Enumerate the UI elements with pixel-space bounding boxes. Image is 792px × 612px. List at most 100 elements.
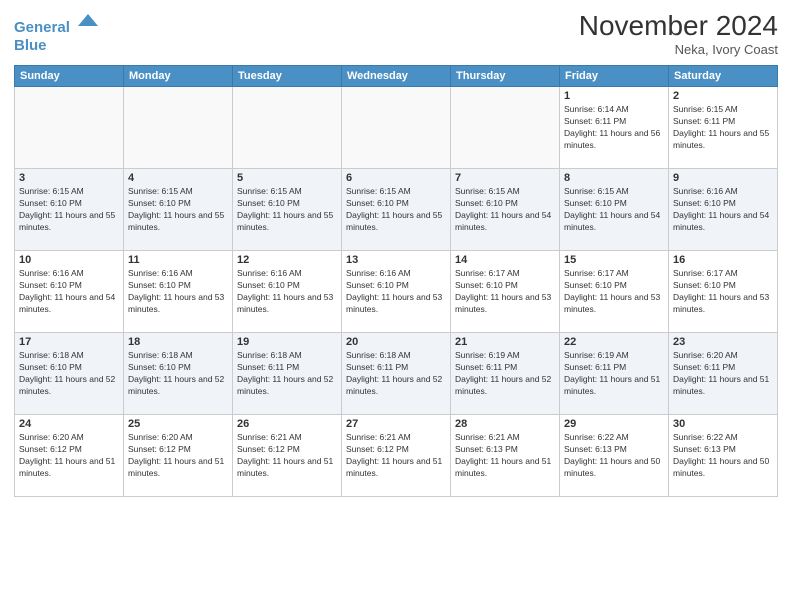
- logo-blue: Blue: [14, 37, 100, 55]
- day-cell: 28Sunrise: 6:21 AMSunset: 6:13 PMDayligh…: [451, 415, 560, 497]
- day-number: 24: [19, 418, 119, 430]
- day-number: 30: [673, 418, 773, 430]
- day-info: Sunrise: 6:16 AMSunset: 6:10 PMDaylight:…: [19, 268, 119, 316]
- day-cell: 5 Sunrise: 6:15 AMSunset: 6:10 PMDaylight…: [233, 169, 342, 251]
- day-cell: 16 Sunrise: 6:17 AMSunset: 6:10 PMDayligh…: [669, 251, 778, 333]
- page: General Blue November 2024 Neka, Ivory C…: [0, 0, 792, 612]
- day-info: Sunrise: 6:15 AMSunset: 6:10 PMDaylight:…: [19, 186, 119, 234]
- day-cell: 27Sunrise: 6:21 AMSunset: 6:12 PMDayligh…: [342, 415, 451, 497]
- day-cell: 17Sunrise: 6:18 AMSunset: 6:10 PMDayligh…: [15, 333, 124, 415]
- day-number: 14: [455, 254, 555, 266]
- header-saturday: Saturday: [669, 66, 778, 87]
- day-cell: 14 Sunrise: 6:17 AMSunset: 6:10 PMDayligh…: [451, 251, 560, 333]
- day-number: 11: [128, 254, 228, 266]
- header-thursday: Thursday: [451, 66, 560, 87]
- day-info: Sunrise: 6:14 AMSunset: 6:11 PMDaylight:…: [564, 104, 664, 152]
- day-cell: [451, 87, 560, 169]
- day-info: Sunrise: 6:17 AMSunset: 6:10 PMDaylight:…: [455, 268, 555, 316]
- day-cell: 30 Sunrise: 6:22 AMSunset: 6:13 PMDayligh…: [669, 415, 778, 497]
- day-number: 27: [346, 418, 446, 430]
- day-cell: 4Sunrise: 6:15 AMSunset: 6:10 PMDaylight…: [124, 169, 233, 251]
- logo: General Blue: [14, 10, 100, 55]
- day-cell: 11 Sunrise: 6:16 AMSunset: 6:10 PMDayligh…: [124, 251, 233, 333]
- day-cell: 9Sunrise: 6:16 AMSunset: 6:10 PMDaylight…: [669, 169, 778, 251]
- week-row-0: 1Sunrise: 6:14 AMSunset: 6:11 PMDaylight…: [15, 87, 778, 169]
- day-number: 26: [237, 418, 337, 430]
- day-info: Sunrise: 6:22 AMSunset: 6:13 PMDaylight:…: [564, 432, 664, 480]
- day-number: 20: [346, 336, 446, 348]
- day-number: 28: [455, 418, 555, 430]
- day-cell: 6 Sunrise: 6:15 AMSunset: 6:10 PMDaylight…: [342, 169, 451, 251]
- week-row-2: 10 Sunrise: 6:16 AMSunset: 6:10 PMDayligh…: [15, 251, 778, 333]
- header-friday: Friday: [560, 66, 669, 87]
- day-info: Sunrise: 6:15 AMSunset: 6:10 PMDaylight:…: [237, 186, 337, 234]
- day-number: 6: [346, 172, 446, 184]
- day-number: 21: [455, 336, 555, 348]
- header: General Blue November 2024 Neka, Ivory C…: [14, 10, 778, 57]
- day-cell: [233, 87, 342, 169]
- day-info: Sunrise: 6:21 AMSunset: 6:12 PMDaylight:…: [237, 432, 337, 480]
- day-number: 9: [673, 172, 773, 184]
- day-info: Sunrise: 6:17 AMSunset: 6:10 PMDaylight:…: [673, 268, 773, 316]
- day-cell: 20 Sunrise: 6:18 AMSunset: 6:11 PMDayligh…: [342, 333, 451, 415]
- day-info: Sunrise: 6:18 AMSunset: 6:11 PMDaylight:…: [346, 350, 446, 398]
- day-info: Sunrise: 6:20 AMSunset: 6:11 PMDaylight:…: [673, 350, 773, 398]
- day-info: Sunrise: 6:19 AMSunset: 6:11 PMDaylight:…: [455, 350, 555, 398]
- day-info: Sunrise: 6:18 AMSunset: 6:11 PMDaylight:…: [237, 350, 337, 398]
- day-info: Sunrise: 6:18 AMSunset: 6:10 PMDaylight:…: [19, 350, 119, 398]
- week-row-3: 17Sunrise: 6:18 AMSunset: 6:10 PMDayligh…: [15, 333, 778, 415]
- day-cell: 24 Sunrise: 6:20 AMSunset: 6:12 PMDayligh…: [15, 415, 124, 497]
- day-info: Sunrise: 6:20 AMSunset: 6:12 PMDaylight:…: [19, 432, 119, 480]
- day-number: 15: [564, 254, 664, 266]
- day-cell: 2 Sunrise: 6:15 AMSunset: 6:11 PMDaylight…: [669, 87, 778, 169]
- day-number: 22: [564, 336, 664, 348]
- day-number: 25: [128, 418, 228, 430]
- day-number: 16: [673, 254, 773, 266]
- day-number: 8: [564, 172, 664, 184]
- location: Neka, Ivory Coast: [579, 42, 778, 57]
- day-cell: 13Sunrise: 6:16 AMSunset: 6:10 PMDayligh…: [342, 251, 451, 333]
- day-info: Sunrise: 6:20 AMSunset: 6:12 PMDaylight:…: [128, 432, 228, 480]
- day-cell: 10 Sunrise: 6:16 AMSunset: 6:10 PMDayligh…: [15, 251, 124, 333]
- day-cell: 18 Sunrise: 6:18 AMSunset: 6:10 PMDayligh…: [124, 333, 233, 415]
- day-number: 5: [237, 172, 337, 184]
- day-cell: [342, 87, 451, 169]
- day-cell: [124, 87, 233, 169]
- day-cell: 7 Sunrise: 6:15 AMSunset: 6:10 PMDaylight…: [451, 169, 560, 251]
- day-number: 7: [455, 172, 555, 184]
- day-number: 10: [19, 254, 119, 266]
- day-info: Sunrise: 6:15 AMSunset: 6:10 PMDaylight:…: [455, 186, 555, 234]
- day-info: Sunrise: 6:17 AMSunset: 6:10 PMDaylight:…: [564, 268, 664, 316]
- day-info: Sunrise: 6:18 AMSunset: 6:10 PMDaylight:…: [128, 350, 228, 398]
- day-info: Sunrise: 6:15 AMSunset: 6:10 PMDaylight:…: [128, 186, 228, 234]
- day-info: Sunrise: 6:16 AMSunset: 6:10 PMDaylight:…: [128, 268, 228, 316]
- header-sunday: Sunday: [15, 66, 124, 87]
- day-cell: 8 Sunrise: 6:15 AMSunset: 6:10 PMDaylight…: [560, 169, 669, 251]
- day-number: 18: [128, 336, 228, 348]
- day-cell: 19Sunrise: 6:18 AMSunset: 6:11 PMDayligh…: [233, 333, 342, 415]
- day-info: Sunrise: 6:15 AMSunset: 6:11 PMDaylight:…: [673, 104, 773, 152]
- day-cell: 23 Sunrise: 6:20 AMSunset: 6:11 PMDayligh…: [669, 333, 778, 415]
- day-info: Sunrise: 6:15 AMSunset: 6:10 PMDaylight:…: [564, 186, 664, 234]
- logo-icon: [76, 8, 100, 32]
- day-number: 13: [346, 254, 446, 266]
- day-cell: 26 Sunrise: 6:21 AMSunset: 6:12 PMDayligh…: [233, 415, 342, 497]
- calendar: SundayMondayTuesdayWednesdayThursdayFrid…: [14, 65, 778, 497]
- day-info: Sunrise: 6:22 AMSunset: 6:13 PMDaylight:…: [673, 432, 773, 480]
- day-cell: 3 Sunrise: 6:15 AMSunset: 6:10 PMDaylight…: [15, 169, 124, 251]
- day-info: Sunrise: 6:16 AMSunset: 6:10 PMDaylight:…: [237, 268, 337, 316]
- week-row-1: 3 Sunrise: 6:15 AMSunset: 6:10 PMDaylight…: [15, 169, 778, 251]
- day-number: 23: [673, 336, 773, 348]
- day-info: Sunrise: 6:15 AMSunset: 6:10 PMDaylight:…: [346, 186, 446, 234]
- day-cell: 25 Sunrise: 6:20 AMSunset: 6:12 PMDayligh…: [124, 415, 233, 497]
- header-wednesday: Wednesday: [342, 66, 451, 87]
- day-info: Sunrise: 6:19 AMSunset: 6:11 PMDaylight:…: [564, 350, 664, 398]
- day-cell: 21 Sunrise: 6:19 AMSunset: 6:11 PMDayligh…: [451, 333, 560, 415]
- logo-text: General: [14, 10, 100, 37]
- week-row-4: 24 Sunrise: 6:20 AMSunset: 6:12 PMDayligh…: [15, 415, 778, 497]
- day-number: 3: [19, 172, 119, 184]
- day-number: 2: [673, 90, 773, 102]
- calendar-header-row: SundayMondayTuesdayWednesdayThursdayFrid…: [15, 66, 778, 87]
- day-cell: [15, 87, 124, 169]
- title-block: November 2024 Neka, Ivory Coast: [579, 10, 778, 57]
